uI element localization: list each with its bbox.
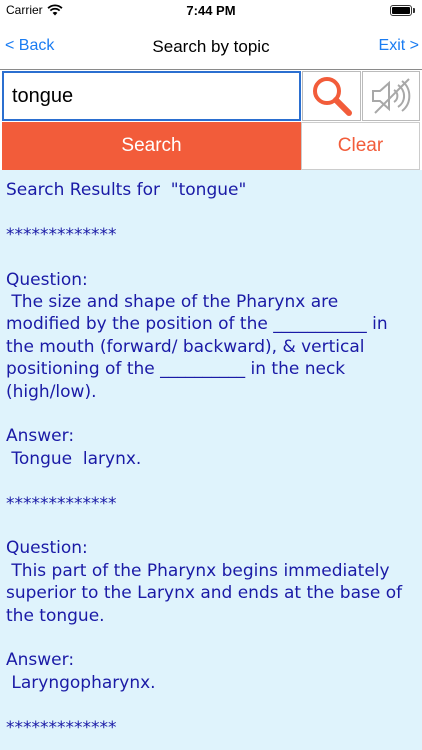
search-row bbox=[0, 70, 422, 122]
answer-text: Tongue larynx. bbox=[6, 448, 142, 469]
answer-label: Answer: bbox=[6, 650, 75, 671]
battery-tip bbox=[413, 8, 415, 13]
status-time: 7:44 PM bbox=[186, 3, 236, 18]
clear-button[interactable]: Clear bbox=[301, 122, 420, 170]
search-input[interactable] bbox=[2, 71, 301, 121]
speaker-muted-icon bbox=[372, 78, 411, 114]
question-label: Question: bbox=[6, 269, 88, 290]
question-text: The size and shape of the Pharynx are mo… bbox=[6, 292, 394, 402]
search-button[interactable]: Search bbox=[2, 122, 301, 170]
magnifier-icon bbox=[312, 77, 352, 116]
speaker-toggle-button[interactable] bbox=[362, 71, 420, 121]
exit-button[interactable]: Exit > bbox=[379, 37, 419, 55]
battery-icon bbox=[390, 5, 412, 16]
result-separator: ************* bbox=[6, 717, 117, 738]
result-separator: ************* bbox=[6, 224, 117, 245]
action-row: Search Clear bbox=[0, 122, 422, 170]
page-title: Search by topic bbox=[152, 37, 270, 56]
answer-text: Laryngopharynx. bbox=[6, 672, 156, 693]
nav-bar: < Back Search by topic Exit > bbox=[0, 22, 422, 70]
question-label: Question: bbox=[6, 538, 88, 559]
answer-label: Answer: bbox=[6, 426, 75, 447]
results-header: Search Results for "tongue" bbox=[6, 180, 247, 200]
status-bar: Carrier 7:44 PM bbox=[0, 0, 422, 22]
search-icon-button[interactable] bbox=[302, 71, 361, 121]
search-results: Search Results for "tongue" ************… bbox=[0, 170, 422, 750]
question-text: This part of the Pharynx begins immediat… bbox=[6, 560, 408, 626]
result-separator: ************* bbox=[6, 493, 117, 514]
